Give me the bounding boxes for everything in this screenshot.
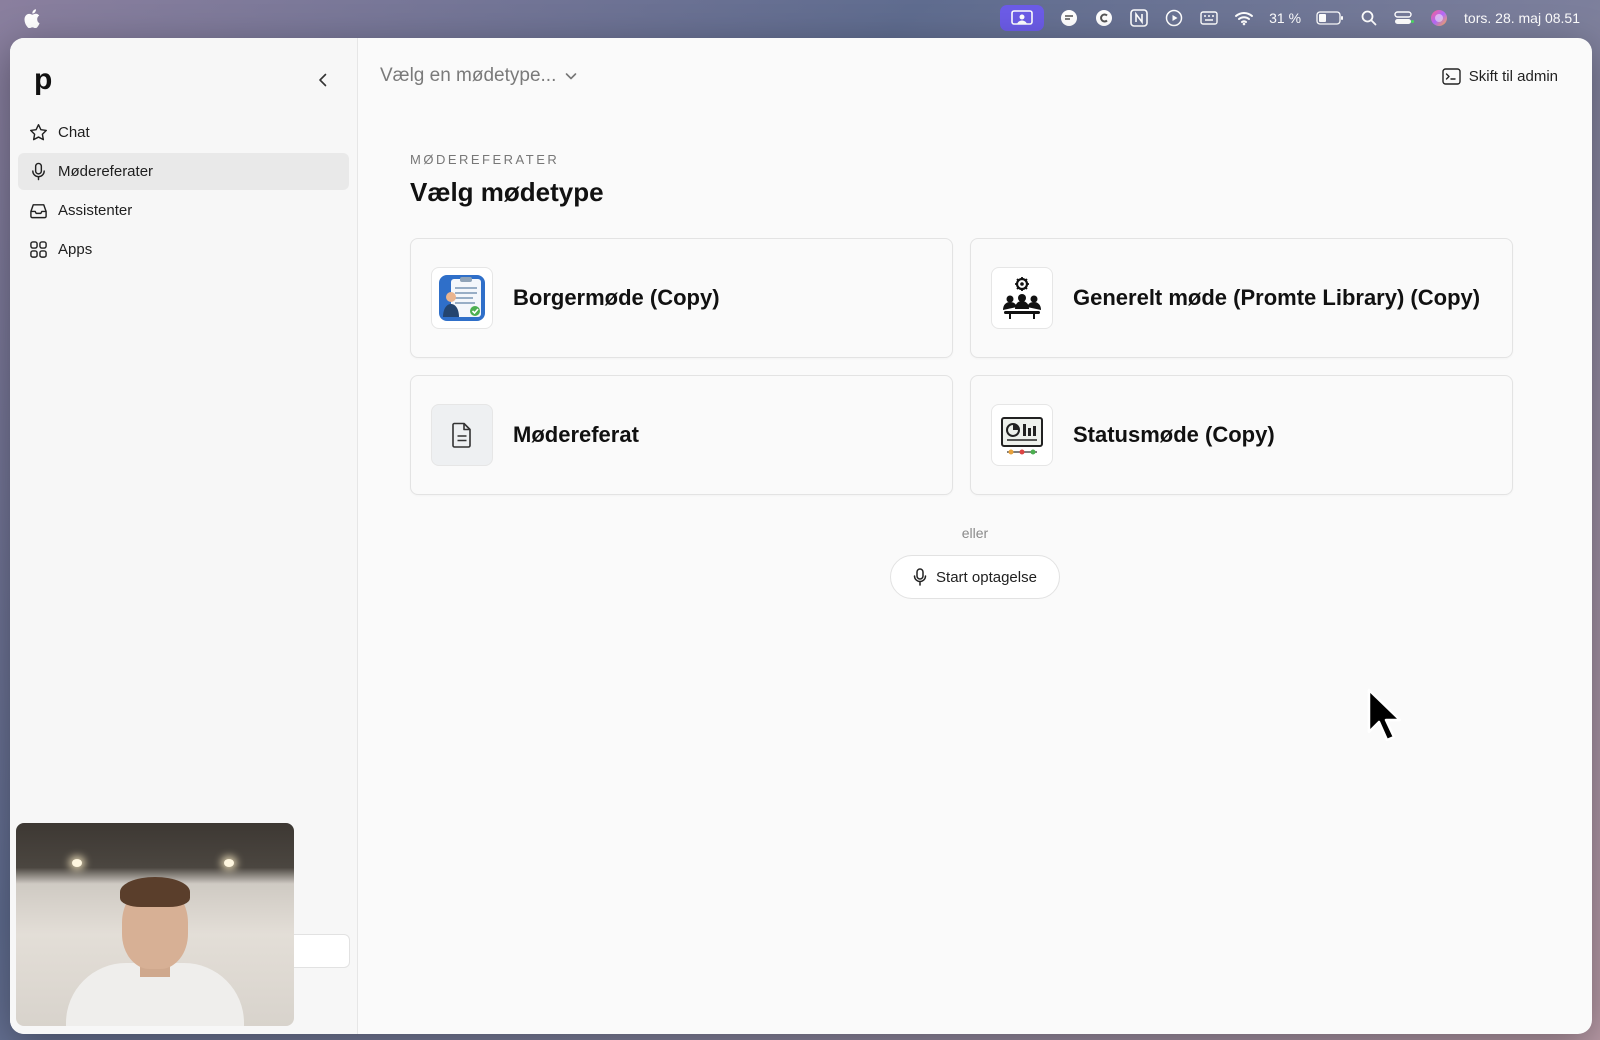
- sidebar-item-label: Assistenter: [58, 202, 133, 219]
- sidebar-item-label: Chat: [58, 124, 90, 141]
- sidebar: p Chat Mødereferater Assistenter Apps: [10, 38, 358, 1034]
- dashboard-screen-icon: [991, 404, 1053, 466]
- c-app-icon[interactable]: [1094, 8, 1114, 28]
- sidebar-item-modereferater[interactable]: Mødereferater: [18, 153, 349, 190]
- top-bar: Vælg en mødetype... Skift til admin: [358, 38, 1592, 114]
- screen-record-icon[interactable]: [1000, 5, 1045, 31]
- sidebar-item-label: Mødereferater: [58, 163, 154, 180]
- or-separator: eller: [961, 525, 989, 541]
- section-eyebrow: MØDEREFERATER: [410, 152, 560, 167]
- terminal-icon: [1442, 67, 1461, 85]
- meeting-type-card-borgermode[interactable]: Borgermøde (Copy): [410, 238, 953, 358]
- apple-icon[interactable]: [22, 8, 42, 28]
- page-title: Vælg mødetype: [410, 177, 604, 207]
- team-gear-icon: [991, 267, 1053, 329]
- collapse-sidebar-button[interactable]: [309, 66, 337, 94]
- chevron-left-icon: [319, 73, 327, 87]
- battery-percent: 31 %: [1269, 10, 1302, 26]
- apps-grid-icon: [28, 240, 48, 260]
- inbox-icon: [28, 201, 48, 221]
- meeting-type-select-label: Vælg en mødetype...: [380, 65, 557, 86]
- wifi-icon[interactable]: [1234, 8, 1254, 28]
- sidebar-header: p: [18, 60, 349, 100]
- meeting-type-card-generelt-mode[interactable]: Generelt møde (Promte Library) (Copy): [970, 238, 1513, 358]
- keyboard-icon[interactable]: [1199, 8, 1219, 28]
- meeting-type-grid: Borgermøde (Copy) Generelt møde (Promte …: [410, 238, 1540, 495]
- document-icon: [431, 404, 493, 466]
- microphone-icon: [913, 568, 927, 586]
- switch-to-admin-button[interactable]: Skift til admin: [1442, 68, 1558, 85]
- meeting-type-select[interactable]: Vælg en mødetype...: [380, 65, 578, 87]
- notion-icon[interactable]: [1129, 8, 1149, 28]
- sidebar-item-label: Apps: [58, 241, 93, 258]
- sidebar-item-chat[interactable]: Chat: [18, 114, 349, 151]
- card-title: Borgermøde (Copy): [513, 285, 720, 310]
- menu-bar: 31 % tors. 28. maj 08.51: [0, 0, 1600, 36]
- control-center-icon[interactable]: [1394, 8, 1415, 28]
- card-title: Generelt møde (Promte Library) (Copy): [1073, 285, 1481, 310]
- ceiling-light: [224, 859, 234, 867]
- play-icon[interactable]: [1164, 8, 1184, 28]
- record-wrapper: Start optagelse: [410, 555, 1540, 599]
- main-content: Vælg en mødetype... Skift til admin MØDE…: [358, 38, 1592, 1034]
- meeting-type-section: MØDEREFERATER Vælg mødetype Borgermøde (…: [358, 114, 1592, 599]
- meeting-type-card-modereferat[interactable]: Mødereferat: [410, 375, 953, 495]
- sidebar-item-assistenter[interactable]: Assistenter: [18, 192, 349, 229]
- sidebar-item-apps[interactable]: Apps: [18, 231, 349, 268]
- meeting-type-card-statusmode[interactable]: Statusmøde (Copy): [970, 375, 1513, 495]
- mouse-pointer-icon: [1367, 688, 1402, 742]
- chat-bubble-icon[interactable]: [1059, 8, 1079, 28]
- search-icon[interactable]: [1359, 8, 1379, 28]
- siri-icon[interactable]: [1429, 8, 1449, 28]
- card-title: Statusmøde (Copy): [1073, 422, 1275, 447]
- ceiling-light: [72, 859, 82, 867]
- start-recording-label: Start optagelse: [936, 568, 1037, 586]
- app-window: p Chat Mødereferater Assistenter Apps Væ…: [10, 38, 1592, 1034]
- star-icon: [28, 123, 48, 143]
- chevron-down-icon: [566, 73, 577, 80]
- person-hair: [120, 877, 190, 907]
- start-recording-button[interactable]: Start optagelse: [890, 555, 1060, 599]
- app-logo[interactable]: p: [34, 65, 52, 95]
- clipboard-person-icon: [431, 267, 493, 329]
- menubar-datetime[interactable]: tors. 28. maj 08.51: [1464, 10, 1580, 26]
- battery-icon[interactable]: [1316, 8, 1344, 28]
- card-title: Mødereferat: [513, 422, 639, 447]
- sidebar-nav: Chat Mødereferater Assistenter Apps: [18, 114, 349, 268]
- switch-to-admin-label: Skift til admin: [1468, 67, 1558, 85]
- microphone-icon: [28, 162, 48, 182]
- webcam-overlay: [16, 823, 294, 1026]
